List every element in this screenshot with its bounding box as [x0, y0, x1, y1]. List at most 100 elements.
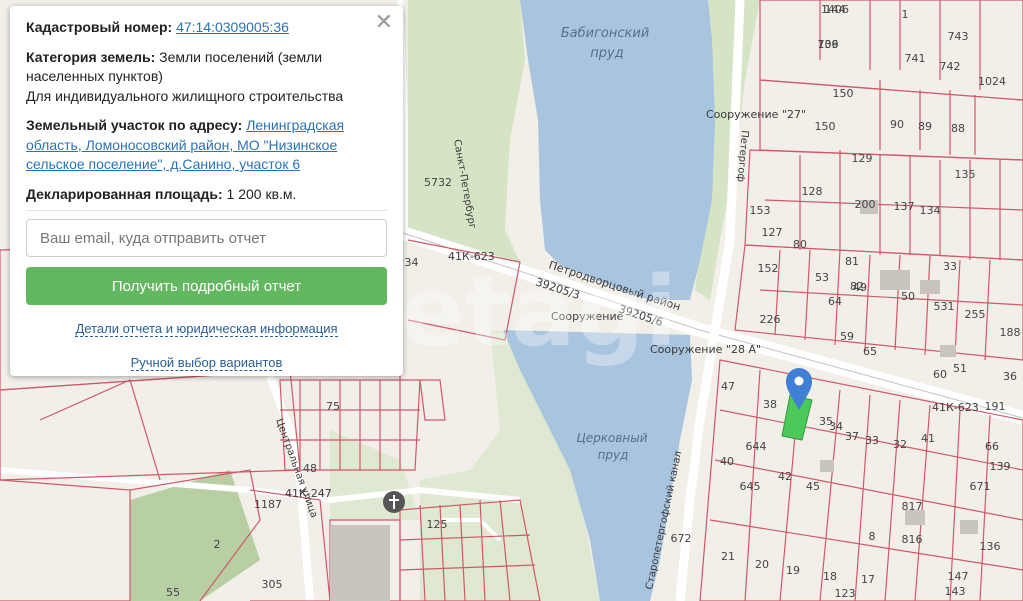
cadastral-number-link[interactable]: 47:14:0309005:36 — [176, 19, 289, 35]
church-icon — [383, 491, 405, 513]
plot-number: 90 — [890, 118, 904, 131]
manual-selection-link[interactable]: Ручной выбор вариантов — [130, 354, 283, 371]
plot-number: 143 — [945, 585, 966, 598]
pond1-label-line2: пруд — [590, 46, 623, 61]
plot-number: 47 — [721, 380, 735, 393]
plot-number: 33 — [943, 260, 957, 273]
plot-number: 88 — [951, 122, 965, 135]
plot-number: 531 — [934, 300, 955, 313]
category-row: Категория земель: Земли поселений (земли… — [26, 48, 387, 107]
plot-number: 34 — [829, 420, 843, 433]
plot-number: 152 — [758, 262, 779, 275]
plot-number: 50 — [901, 290, 915, 303]
plot-number: 125 — [427, 518, 448, 531]
plot-number: 19 — [786, 564, 800, 577]
structure-27: Сооружение "27" — [706, 108, 806, 121]
get-report-button[interactable]: Получить подробный отчет — [26, 267, 387, 305]
plot-number: 226 — [760, 313, 781, 326]
plot-number: 36 — [1003, 370, 1017, 383]
plot-number: 137 — [894, 200, 915, 213]
plot-number: 139 — [990, 460, 1011, 473]
plot-number: 305 — [262, 578, 283, 591]
plot-number: 49 — [853, 281, 867, 294]
plot-number: 59 — [840, 330, 854, 343]
plot-number: 200 — [855, 198, 876, 211]
plot-number: 135 — [955, 168, 976, 181]
plot-number: 817 — [902, 500, 923, 513]
plot-number: 671 — [970, 480, 991, 493]
plot-number: 48 — [303, 462, 317, 475]
road-label-41k623-b: 41К-623 — [932, 401, 979, 414]
close-icon[interactable]: ✕ — [375, 11, 393, 33]
watermark: etagi — [400, 256, 677, 368]
plot-number: 129 — [852, 152, 873, 165]
email-input[interactable] — [26, 219, 387, 257]
details-link[interactable]: Детали отчета и юридическая информация — [75, 321, 338, 337]
plot-number: 128 — [802, 185, 823, 198]
plot-number: 75 — [326, 400, 340, 413]
plot-number: 55 — [166, 586, 180, 599]
plot-number: 64 — [828, 295, 842, 308]
plot-number: 2 — [214, 538, 221, 551]
plot-number: 8 — [869, 530, 876, 543]
plot-number: 38 — [763, 398, 777, 411]
address-row: Земельный участок по адресу: Ленинградск… — [26, 116, 387, 175]
plot-number: 743 — [948, 30, 969, 43]
plot-number: 41 — [921, 432, 935, 445]
plot-number: 672 — [671, 532, 692, 545]
plot-number: 144 — [825, 3, 846, 16]
plot-number: 18 — [823, 570, 837, 583]
plot-number: 644 — [746, 440, 767, 453]
plot-number: 65 — [863, 345, 877, 358]
plot-number: 150 — [833, 87, 854, 100]
plot-number: 1187 — [254, 498, 282, 511]
plot-number: 5732 — [424, 176, 452, 189]
details-link-row: Детали отчета и юридическая информация — [26, 319, 387, 339]
manual-link-row: Ручной выбор вариантов — [26, 353, 387, 373]
area-value: 1 200 кв.м. — [226, 185, 297, 202]
plot-number: 32 — [893, 438, 907, 451]
pond1-label-line1: Бабигонский — [561, 26, 650, 41]
plot-number: 40 — [720, 455, 734, 468]
address-label: Земельный участок по адресу: — [26, 117, 243, 133]
plot-number: 188 — [1000, 326, 1021, 339]
cadastral-row: Кадастровый номер: 47:14:0309005:36 — [26, 18, 387, 38]
plot-number: 33 — [865, 434, 879, 447]
area-label: Декларированная площадь: — [26, 185, 223, 202]
pond2-label-line1: Церковный — [576, 431, 647, 445]
plot-number: 51 — [953, 362, 967, 375]
plot-number: 42 — [778, 470, 792, 483]
plot-number: 255 — [965, 308, 986, 321]
plot-number: 81 — [845, 255, 859, 268]
plot-number: 80 — [793, 238, 807, 251]
plot-number: 123 — [835, 587, 856, 600]
cadastral-label: Кадастровый номер: — [26, 19, 173, 35]
plot-number: 741 — [905, 52, 926, 65]
plot-number: 17 — [861, 573, 875, 586]
plot-number: 1 — [902, 8, 909, 21]
plot-number: 742 — [940, 60, 961, 73]
plot-number: 60 — [933, 368, 947, 381]
plot-number: 45 — [806, 480, 820, 493]
parcel-info-popup: ✕ Кадастровый номер: 47:14:0309005:36 Ка… — [10, 6, 403, 376]
pond2-label-line2: пруд — [598, 448, 629, 462]
plot-number: 37 — [845, 430, 859, 443]
plot-number: 191 — [985, 400, 1006, 413]
plot-number: 134 — [920, 204, 941, 217]
plot-number: 89 — [918, 120, 932, 133]
plot-number: 136 — [980, 540, 1001, 553]
plot-number: 645 — [740, 480, 761, 493]
plot-number: 816 — [902, 533, 923, 546]
plot-number: 150 — [815, 120, 836, 133]
plot-number: 20 — [755, 558, 769, 571]
area-row: Декларированная площадь: 1 200 кв.м. — [26, 185, 387, 205]
plot-number: 153 — [750, 204, 771, 217]
plot-number: 53 — [815, 271, 829, 284]
category-label: Категория земель: — [26, 48, 156, 65]
divider — [26, 210, 387, 211]
plot-number: 127 — [762, 226, 783, 239]
plot-number: 106 — [818, 38, 839, 51]
usage-value: Для индивидуального жилищного строительс… — [26, 87, 344, 104]
plot-number: 147 — [948, 570, 969, 583]
plot-number: 1024 — [978, 75, 1006, 88]
